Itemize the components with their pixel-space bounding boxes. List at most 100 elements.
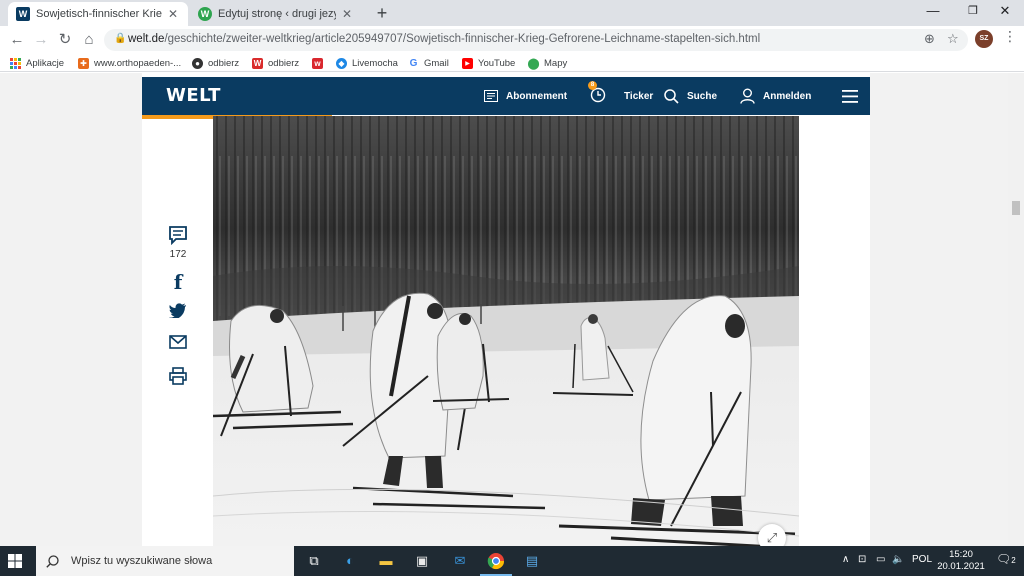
livemocha-icon: ◆ bbox=[336, 57, 347, 69]
browser-toolbar: ← → ↻ ⌂ 🔒 welt.de/geschichte/zweiter-wel… bbox=[0, 26, 1024, 54]
welt-header: WELT Abonnement 8 Ticker Suche Anmelden bbox=[142, 77, 870, 119]
file-explorer-icon[interactable]: ▬ bbox=[376, 551, 396, 571]
expand-image-button[interactable]: ⤢ bbox=[758, 524, 786, 546]
github-icon: ● bbox=[192, 57, 203, 69]
notifications-icon[interactable]: 🗨2 bbox=[996, 552, 1016, 566]
clock[interactable]: 15:20 20.01.2021 bbox=[936, 549, 986, 573]
back-button[interactable]: ← bbox=[6, 30, 28, 50]
comment-icon bbox=[169, 226, 187, 246]
battery-icon[interactable]: ▭ bbox=[876, 554, 885, 565]
bookmark-apps[interactable]: Aplikacje bbox=[10, 56, 64, 70]
close-window-button[interactable]: ✕ bbox=[982, 0, 1024, 24]
subscription-link[interactable]: Abonnement bbox=[484, 87, 567, 105]
new-tab-button[interactable]: + bbox=[372, 4, 392, 24]
bookmark-livemocha[interactable]: ◆ Livemocha bbox=[336, 56, 398, 70]
print-icon[interactable] bbox=[166, 367, 190, 388]
home-button[interactable]: ⌂ bbox=[78, 30, 100, 50]
search-link[interactable]: Suche bbox=[664, 87, 717, 105]
show-hidden-icons[interactable]: ∧ bbox=[842, 554, 849, 565]
bookmark-label: Aplikacje bbox=[26, 57, 65, 69]
add-icon[interactable]: ⊕ bbox=[924, 31, 935, 47]
taskbar-search-input[interactable]: Wpisz tu wyszukiwane słowa bbox=[36, 546, 294, 576]
mail-icon[interactable]: ✉ bbox=[450, 551, 470, 571]
bookmark-label: YouTube bbox=[478, 57, 516, 69]
ticker-link[interactable]: 8 Ticker bbox=[588, 80, 654, 106]
word-document-icon[interactable]: ▤ bbox=[522, 551, 542, 571]
ws-icon: W bbox=[252, 57, 263, 69]
twitter-share-icon[interactable] bbox=[166, 303, 190, 321]
maps-pin-icon: ⬤ bbox=[527, 57, 540, 70]
tab-strip: W Sowjetisch-finnischer Krieg: „Gefr ✕ W… bbox=[0, 0, 1024, 26]
menu-button[interactable] bbox=[842, 87, 866, 105]
bookmark-gmail[interactable]: G Gmail bbox=[408, 56, 449, 70]
display-icon[interactable]: ⊡ bbox=[858, 554, 866, 565]
notification-count: 2 bbox=[1011, 556, 1016, 565]
chrome-icon[interactable] bbox=[480, 551, 512, 576]
wordpress-favicon-icon: W bbox=[198, 7, 212, 21]
orthopaeden-icon: ✚ bbox=[78, 57, 89, 69]
login-link[interactable]: Anmelden bbox=[740, 87, 811, 105]
close-tab-icon[interactable]: ✕ bbox=[166, 7, 180, 21]
comment-count: 172 bbox=[169, 249, 187, 260]
profile-avatar[interactable]: SZ bbox=[975, 30, 993, 48]
language-indicator[interactable]: POL bbox=[912, 554, 932, 565]
tab-edit-page[interactable]: W Edytuj stronę ‹ drugi jezyk - niem ✕ bbox=[190, 2, 362, 26]
tab-title: Edytuj stronę ‹ drugi jezyk - niem bbox=[218, 8, 336, 20]
apps-grid-icon bbox=[10, 57, 21, 69]
close-tab-icon[interactable]: ✕ bbox=[340, 7, 354, 21]
bookmark-label: Mapy bbox=[544, 57, 568, 69]
article-photo[interactable] bbox=[213, 116, 799, 546]
wp-icon: w bbox=[312, 57, 323, 69]
bookmark-odbierz-1[interactable]: ● odbierz bbox=[192, 56, 239, 70]
ticker-label: Ticker bbox=[624, 90, 654, 102]
welt-logo[interactable]: WELT bbox=[166, 85, 221, 106]
bookmark-odbierz-2[interactable]: Wodbierz bbox=[252, 56, 299, 70]
url-text: welt.de/geschichte/zweiter-weltkrieg/art… bbox=[128, 33, 761, 45]
bookmark-label: odbierz bbox=[208, 57, 240, 69]
forward-button[interactable]: → bbox=[30, 30, 52, 50]
bookmarks-bar: Aplikacje ✚ www.orthopaeden-... ● odbierz … bbox=[0, 54, 1024, 72]
bookmark-youtube[interactable]: ▶ YouTube bbox=[462, 56, 515, 70]
welt-favicon-icon: W bbox=[16, 7, 30, 21]
bookmark-label: Livemocha bbox=[352, 57, 398, 69]
search-placeholder: Wpisz tu wyszukiwane słowa bbox=[71, 555, 213, 567]
windows-taskbar: Wpisz tu wyszukiwane słowa ⧉ ◐ ▬ ▣ ✉ ▤ ∧… bbox=[0, 546, 1024, 576]
browser-menu-icon[interactable]: ⋮ bbox=[1003, 28, 1017, 45]
login-label: Anmelden bbox=[763, 90, 812, 102]
comments-button[interactable] bbox=[166, 225, 190, 248]
clock-date: 20.01.2021 bbox=[937, 561, 985, 572]
address-bar[interactable]: 🔒 welt.de/geschichte/zweiter-weltkrieg/a… bbox=[104, 29, 968, 51]
hamburger-menu-icon bbox=[842, 89, 858, 103]
web-page: WELT Abonnement 8 Ticker Suche Anmelden bbox=[0, 73, 1024, 546]
search-icon bbox=[46, 554, 59, 568]
bookmark-label: odbierz bbox=[268, 57, 300, 69]
bookmark-wp[interactable]: w bbox=[312, 56, 328, 70]
task-view-icon[interactable]: ⧉ bbox=[304, 551, 324, 571]
edge-browser-icon[interactable]: ◐ bbox=[340, 551, 360, 571]
tab-title: Sowjetisch-finnischer Krieg: „Gefr bbox=[36, 8, 162, 20]
page-scrollbar[interactable] bbox=[1008, 73, 1024, 546]
windows-start-icon[interactable] bbox=[8, 554, 22, 568]
scrollbar-thumb[interactable] bbox=[1012, 201, 1020, 215]
ticker-clock-icon: 8 bbox=[588, 80, 614, 106]
newspaper-icon bbox=[484, 90, 498, 102]
ticker-badge: 8 bbox=[588, 80, 597, 90]
youtube-icon: ▶ bbox=[462, 57, 473, 69]
bookmark-label: Gmail bbox=[424, 57, 449, 69]
subscription-label: Abonnement bbox=[506, 90, 568, 102]
user-icon bbox=[740, 88, 755, 104]
microsoft-store-icon[interactable]: ▣ bbox=[412, 551, 432, 571]
bookmark-orthopaeden[interactable]: ✚ www.orthopaeden-... bbox=[78, 56, 181, 70]
tab-welt-article[interactable]: W Sowjetisch-finnischer Krieg: „Gefr ✕ bbox=[8, 2, 188, 26]
google-icon: G bbox=[409, 57, 418, 69]
bookmark-star-icon[interactable]: ☆ bbox=[947, 31, 959, 47]
bookmark-maps[interactable]: ⬤ Mapy bbox=[527, 56, 568, 70]
volume-icon[interactable]: 🔈 bbox=[892, 554, 904, 565]
reload-button[interactable]: ↻ bbox=[54, 30, 76, 50]
email-share-icon[interactable] bbox=[166, 335, 190, 352]
facebook-share-icon[interactable]: f bbox=[166, 270, 190, 294]
search-icon bbox=[664, 88, 679, 104]
lock-icon: 🔒 bbox=[114, 33, 127, 44]
search-label: Suche bbox=[687, 90, 718, 102]
bookmark-label: www.orthopaeden-... bbox=[94, 57, 182, 69]
